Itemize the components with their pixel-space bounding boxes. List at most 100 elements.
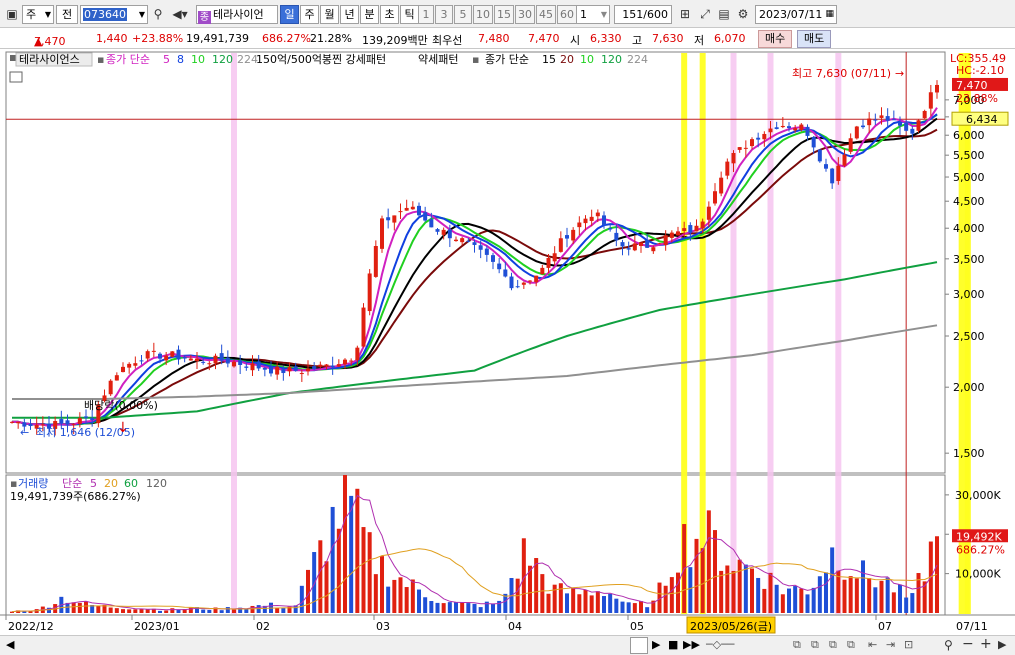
zoom-out-icon[interactable]: − [962, 636, 974, 652]
period-tab-6[interactable]: 틱 [400, 5, 419, 24]
chart-scrollbar[interactable]: ◀ ▶ ■ ▶▶ ─◇── ⧉ ⧉ ⧉ ⧉ ⇤ ⇥ ⊡ ⚲ − + ▶ [0, 635, 1015, 655]
candle-body [867, 118, 872, 126]
tools-icon[interactable]: ⊞ [677, 6, 693, 22]
reset-icon[interactable]: ⊡ [904, 638, 913, 651]
minute-step-60[interactable]: 60 [557, 5, 577, 24]
volume-legend-period-20: 20 [104, 477, 118, 490]
minute-step-45[interactable]: 45 [536, 5, 556, 24]
candle-body [824, 164, 828, 169]
layout-icon-1[interactable]: ⧉ [793, 638, 801, 652]
volume-bar [170, 608, 175, 613]
search-icon[interactable]: ⚲ [150, 6, 166, 22]
layout-icon-2[interactable]: ⧉ [811, 638, 819, 652]
candle-body [836, 165, 841, 181]
minute-step-1[interactable]: 1 [418, 5, 434, 24]
period-tab-2[interactable]: 월 [320, 5, 339, 24]
zoom-slider-icon[interactable]: ─◇── [706, 638, 734, 651]
candle-body [232, 361, 236, 367]
candle-body [700, 221, 705, 229]
zoom-search-icon[interactable]: ⚲ [944, 638, 953, 652]
period-tab-0[interactable]: 일 [280, 5, 299, 24]
crosshair-icon[interactable]: ⤢ [697, 6, 713, 22]
volume-bar [546, 593, 551, 613]
minute-step-3[interactable]: 3 [435, 5, 453, 24]
legend-ma2-period-20: 20 [560, 53, 574, 66]
chart-area[interactable]: 7,0006,5006,0005,5005,0004,5004,0003,500… [0, 50, 1015, 635]
chart-background [0, 50, 1015, 635]
chevron-down-icon: ▼ [600, 10, 607, 19]
scroll-back-icon[interactable]: ⇤ [868, 638, 877, 651]
candle-body [244, 366, 249, 368]
candle-body [830, 168, 835, 184]
period-tab-1[interactable]: 주 [300, 5, 319, 24]
candle-body [774, 127, 779, 130]
candle-body [306, 368, 310, 372]
legend-grid-icon[interactable] [9, 71, 23, 83]
best-ask-label: 최우선 [432, 34, 463, 47]
volume-bar [312, 552, 317, 613]
volume: 19,491,739 [186, 32, 249, 45]
speaker-icon[interactable]: ◀▾ [168, 6, 192, 22]
candle-body [762, 133, 767, 140]
period-tab-3[interactable]: 년 [340, 5, 359, 24]
gear-icon[interactable]: ⚙ [735, 6, 751, 22]
period-tab-4[interactable]: 분 [360, 5, 379, 24]
prev-button[interactable]: 전 [56, 5, 78, 24]
candle-body [404, 207, 409, 211]
candle-body [398, 211, 403, 213]
candle-body [355, 347, 360, 361]
buy-button[interactable]: 매수 [758, 30, 793, 48]
minute-step-10[interactable]: 10 [473, 5, 493, 24]
candle-body [114, 375, 119, 381]
open-value: 6,330 [590, 32, 622, 45]
cross-price-label: 6,434 [966, 113, 998, 126]
candle-body [614, 232, 619, 241]
candle-body [238, 360, 243, 365]
price-axis-label: 5,000 [953, 171, 985, 184]
scroll-right-icon[interactable]: ▶ [998, 638, 1006, 651]
period-tab-5[interactable]: 초 [380, 5, 399, 24]
candle-body [725, 161, 730, 176]
candle-body [540, 267, 545, 275]
scroll-left-icon[interactable]: ◀ [6, 638, 14, 651]
volume-bar [503, 593, 508, 613]
volume-bar [805, 594, 810, 613]
market-select[interactable]: 주 ▼ [22, 5, 54, 24]
volume-bar [904, 597, 909, 613]
fast-forward-icon[interactable]: ▶▶ [683, 638, 700, 651]
price-axis-label: 6,000 [953, 129, 985, 142]
date-input[interactable]: 2023/07/11 ▦ [755, 5, 837, 24]
minute-step-30[interactable]: 30 [515, 5, 535, 24]
minute-step-15[interactable]: 15 [494, 5, 514, 24]
save-icon[interactable]: ▤ [716, 6, 732, 22]
count-display[interactable]: 151/600 [614, 5, 672, 24]
volume-bar [595, 591, 600, 613]
minute-step-5[interactable]: 5 [454, 5, 472, 24]
sell-button[interactable]: 매도 [797, 30, 832, 48]
layout-icon-3[interactable]: ⧉ [829, 638, 837, 652]
window-icon[interactable]: ▣ [4, 6, 20, 22]
volume-bar [417, 589, 421, 613]
stop-icon[interactable]: ■ [668, 638, 678, 651]
volume-legend-period-5: 5 [90, 477, 97, 490]
scroll-thumb[interactable] [630, 637, 648, 654]
zoom-in-icon[interactable]: + [980, 636, 992, 652]
legend-pattern-weak: 약세패턴 [418, 52, 458, 66]
scroll-forward-icon[interactable]: ⇥ [886, 638, 895, 651]
volume-bar [478, 607, 483, 613]
price-axis-label: 2,000 [953, 381, 985, 394]
candle-body [879, 115, 884, 118]
volume-bar [380, 556, 384, 613]
layout-icon-4[interactable]: ⧉ [847, 638, 855, 652]
stock-name-field[interactable]: 종 테라사이언 [196, 5, 278, 24]
candle-body [429, 219, 434, 228]
legend-ma-period-5: 5 [163, 53, 170, 66]
candle-body [466, 240, 471, 242]
volume-bar [830, 547, 835, 613]
stock-code-input[interactable]: 073640 ▼ [80, 5, 148, 24]
candle-body [817, 149, 822, 162]
stock-name-value: 테라사이언 [213, 8, 264, 21]
price-volume-chart[interactable]: 7,0006,5006,0005,5005,0004,5004,0003,500… [0, 50, 1015, 635]
play-icon[interactable]: ▶ [652, 638, 660, 651]
unit-select[interactable]: 1 ▼ [576, 5, 610, 24]
